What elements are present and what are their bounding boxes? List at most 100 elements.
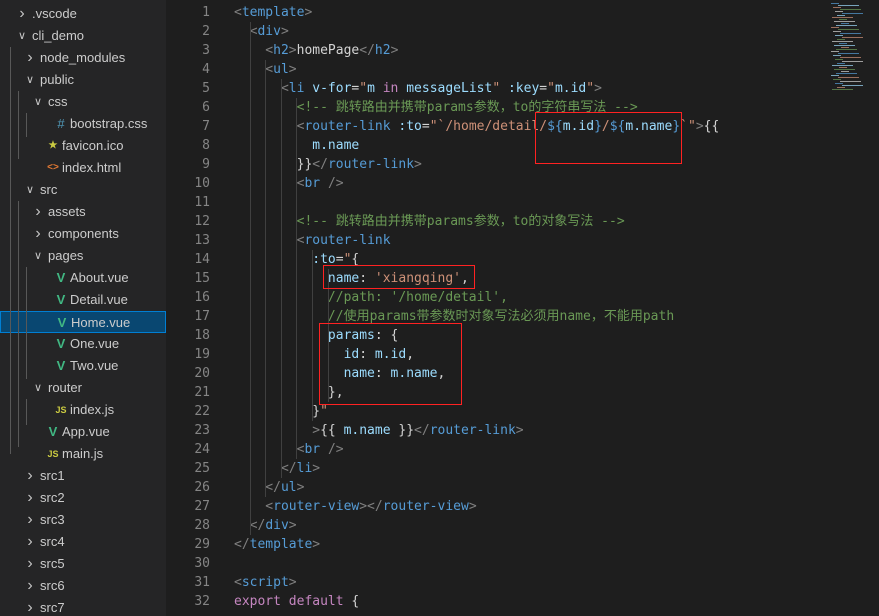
code-line[interactable]: </div> (234, 516, 297, 535)
folder-router[interactable]: ∨ router (0, 377, 166, 399)
code-line[interactable]: <div> (234, 22, 289, 41)
minimap-line (841, 71, 849, 72)
code-token: ul (273, 62, 289, 77)
code-line[interactable]: <router-view></router-view> (234, 497, 476, 516)
code-token: router-link (304, 119, 391, 134)
code-token: homePage (296, 43, 360, 58)
minimap-line (839, 19, 847, 20)
code-line[interactable]: <router-link (234, 231, 391, 250)
file-one-vue[interactable]: V One.vue (0, 333, 166, 355)
minimap-line (837, 15, 845, 16)
file-app-vue[interactable]: V App.vue (0, 421, 166, 443)
code-token: > (695, 119, 704, 134)
code-token: {{ (320, 423, 344, 438)
code-token: h2 (374, 43, 391, 58)
code-token: > (312, 537, 321, 552)
minimap-line (835, 11, 843, 12)
folder--vscode[interactable]: › .vscode (0, 3, 166, 25)
code-token: export (234, 594, 281, 609)
file-about-vue[interactable]: V About.vue (0, 267, 166, 289)
code-editor[interactable]: 1 2 3 4 5 6 7 8 9 10 11 12 13 14 15 16 17 18 19 20 21 22 23 24 2… (166, 0, 879, 616)
folder-components[interactable]: › components (0, 223, 166, 245)
folder-src[interactable]: ∨ src (0, 179, 166, 201)
code-token: router-view (382, 499, 469, 514)
line-number: 26 (194, 480, 210, 495)
file-label: main.js (62, 446, 104, 461)
folder-pages[interactable]: ∨ pages (0, 245, 166, 267)
file-label: favicon.ico (62, 138, 124, 153)
code-token: script (241, 575, 289, 590)
code-token: /> (327, 176, 344, 191)
chevron-right-icon: › (27, 555, 33, 572)
file-detail-vue[interactable]: V Detail.vue (0, 289, 166, 311)
code-line[interactable]: </ul> (234, 478, 304, 497)
minimap[interactable] (827, 0, 879, 100)
file-home-vue[interactable]: V Home.vue (0, 311, 166, 333)
code-token: /> (327, 442, 344, 457)
annotation-box-params-object (319, 323, 462, 405)
code-line[interactable]: <script> (234, 573, 297, 592)
line-number: 13 (194, 233, 210, 248)
code-token: :key (507, 81, 540, 96)
code-line[interactable]: <h2>homePage</h2> (234, 41, 398, 60)
code-token: br (304, 176, 321, 191)
code-token: "`/home/detail/ (429, 119, 548, 134)
file-index-html[interactable]: <> index.html (0, 157, 166, 179)
file-bootstrap-css[interactable]: # bootstrap.css (0, 113, 166, 135)
folder-assets[interactable]: › assets (0, 201, 166, 223)
code-line[interactable]: export default { (234, 592, 359, 611)
code-token: < (234, 176, 305, 191)
code-line[interactable]: <template> (234, 3, 312, 22)
minimap-line (835, 35, 843, 36)
code-line[interactable]: </template> (234, 535, 320, 554)
folder-src3[interactable]: › src3 (0, 509, 166, 531)
file-main-js[interactable]: JS main.js (0, 443, 166, 465)
folder-cli-demo[interactable]: ∨ cli_demo (0, 25, 166, 47)
folder-src2[interactable]: › src2 (0, 487, 166, 509)
minimap-line (839, 43, 847, 44)
folder-node-modules[interactable]: › node_modules (0, 47, 166, 69)
code-token: } (234, 404, 321, 419)
folder-src1[interactable]: › src1 (0, 465, 166, 487)
code-token: < (234, 5, 242, 20)
code-token: > (515, 423, 524, 438)
minimap-line (838, 77, 859, 78)
folder-public[interactable]: ∨ public (0, 69, 166, 91)
file-favicon-ico[interactable]: ★ favicon.ico (0, 135, 166, 157)
folder-src4[interactable]: › src4 (0, 531, 166, 553)
code-line[interactable]: >{{ m.name }}</router-link> (234, 421, 524, 440)
minimap-line (842, 13, 863, 14)
code-line[interactable]: <!-- 跳转路由并携带params参数，to的对象写法 --> (234, 212, 625, 231)
indent-guide (265, 60, 266, 497)
chevron-down-icon: ∨ (17, 30, 27, 42)
line-number: 23 (194, 423, 210, 438)
minimap-line (835, 59, 843, 60)
code-token: m.id (554, 81, 587, 96)
code-token: < (234, 62, 274, 77)
folder-src6[interactable]: › src6 (0, 575, 166, 597)
vue-file-icon: V (48, 424, 58, 439)
file-index-js[interactable]: JS index.js (0, 399, 166, 421)
code-line[interactable]: <li v-for="m in messageList" :key="m.id"… (234, 79, 602, 98)
code-token: template (249, 537, 313, 552)
folder-label: src5 (40, 556, 65, 571)
line-number: 12 (194, 214, 210, 229)
vue-file-icon: V (56, 270, 66, 285)
code-line[interactable]: //path: '/home/detail', (234, 288, 508, 307)
code-token: li (288, 81, 305, 96)
folder-src5[interactable]: › src5 (0, 553, 166, 575)
code-token: br (304, 442, 321, 457)
folder-css[interactable]: ∨ css (0, 91, 166, 113)
line-number: 15 (194, 271, 210, 286)
minimap-line (839, 67, 847, 68)
chevron-down-icon: ∨ (33, 250, 43, 262)
code-token: template (241, 5, 305, 20)
code-token: router-link (429, 423, 516, 438)
code-line[interactable]: }}</router-link> (234, 155, 422, 174)
line-number: 16 (194, 290, 210, 305)
file-two-vue[interactable]: V Two.vue (0, 355, 166, 377)
code-line[interactable]: </li> (234, 459, 320, 478)
folder-src7[interactable]: › src7 (0, 597, 166, 616)
